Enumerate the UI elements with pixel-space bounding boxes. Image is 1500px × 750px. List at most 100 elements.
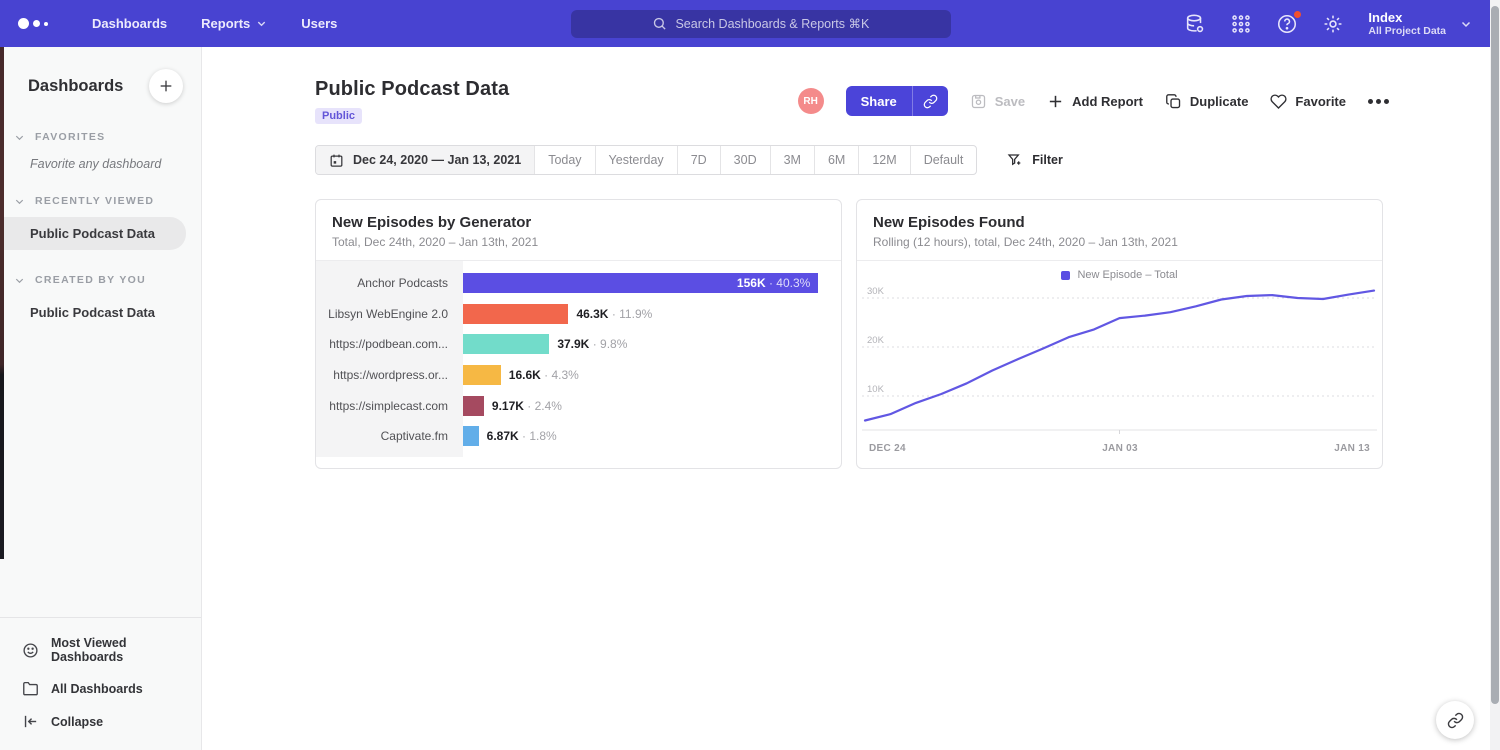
sidebar-sections: FAVORITESFavorite any dashboardRECENTLY … bbox=[0, 111, 201, 329]
x-axis-labels: DEC 24JAN 03JAN 13 bbox=[857, 440, 1382, 454]
scrollbar[interactable] bbox=[1490, 0, 1500, 750]
bar-value-label: 16.6K · 4.3% bbox=[509, 368, 579, 382]
date-presets: TodayYesterday7D30D3M6M12MDefault bbox=[534, 146, 976, 174]
bar-row: https://wordpress.or... 16.6K · 4.3% bbox=[316, 360, 841, 391]
bar-row: https://podbean.com... 37.9K · 9.8% bbox=[316, 329, 841, 360]
settings-gear-icon[interactable] bbox=[1322, 13, 1344, 35]
heart-icon bbox=[1270, 93, 1287, 110]
sidebar-empty-hint: Favorite any dashboard bbox=[0, 149, 201, 175]
bar-segment[interactable]: 156K · 40.3% bbox=[463, 273, 818, 293]
bar-value-label: 9.17K · 2.4% bbox=[492, 399, 562, 413]
legend-label: New Episode – Total bbox=[1077, 269, 1177, 281]
bar-category-label: Anchor Podcasts bbox=[316, 276, 463, 290]
add-report-button[interactable]: Add Report bbox=[1047, 93, 1143, 110]
link-icon bbox=[923, 94, 938, 109]
notification-badge bbox=[1293, 10, 1302, 19]
duplicate-button[interactable]: Duplicate bbox=[1165, 93, 1249, 110]
preset-12m[interactable]: 12M bbox=[858, 146, 909, 174]
project-name: Index bbox=[1368, 10, 1446, 25]
share-split-button: Share bbox=[846, 86, 948, 116]
avatar[interactable]: RH bbox=[798, 88, 824, 114]
save-icon bbox=[970, 93, 987, 110]
sidebar-item-public-podcast-data[interactable]: Public Podcast Data bbox=[0, 296, 201, 329]
legend-swatch bbox=[1061, 271, 1070, 280]
bar-category-label: https://simplecast.com bbox=[316, 399, 463, 413]
svg-text:10K: 10K bbox=[867, 384, 885, 395]
preset-yesterday[interactable]: Yesterday bbox=[595, 146, 677, 174]
scrollbar-thumb[interactable] bbox=[1491, 6, 1499, 704]
sidebar-footer-most-viewed-dashboards[interactable]: Most Viewed Dashboards bbox=[0, 628, 201, 672]
chevron-down-icon bbox=[14, 196, 25, 207]
preset-today[interactable]: Today bbox=[534, 146, 594, 174]
plus-icon bbox=[1047, 93, 1064, 110]
sidebar-section-header[interactable]: CREATED BY YOU bbox=[0, 254, 201, 292]
preset-default[interactable]: Default bbox=[910, 146, 977, 174]
folder-icon bbox=[22, 680, 39, 697]
preset-6m[interactable]: 6M bbox=[814, 146, 858, 174]
x-tick-label: JAN 13 bbox=[1334, 443, 1370, 454]
sidebar-footer-collapse[interactable]: Collapse bbox=[0, 705, 201, 738]
smiley-icon bbox=[22, 642, 39, 659]
filter-button[interactable]: Filter bbox=[1007, 152, 1063, 168]
bar-row: Captivate.fm 6.87K · 1.8% bbox=[316, 421, 841, 452]
bar-segment[interactable] bbox=[463, 304, 568, 324]
add-dashboard-button[interactable] bbox=[149, 69, 183, 103]
sidebar-title: Dashboards bbox=[28, 77, 123, 96]
favorite-button[interactable]: Favorite bbox=[1270, 93, 1346, 110]
bar-category-label: https://podbean.com... bbox=[316, 337, 463, 351]
chevron-down-icon bbox=[14, 132, 25, 143]
bar-row: https://simplecast.com 9.17K · 2.4% bbox=[316, 390, 841, 421]
svg-text:20K: 20K bbox=[867, 335, 885, 346]
sidebar-section-header[interactable]: RECENTLY VIEWED bbox=[0, 175, 201, 213]
svg-text:30K: 30K bbox=[867, 286, 885, 297]
date-range-control: Dec 24, 2020 — Jan 13, 2021 TodayYesterd… bbox=[315, 145, 977, 175]
bar-category-label: https://wordpress.or... bbox=[316, 368, 463, 382]
line-chart: 10K 20K 30K bbox=[857, 283, 1382, 440]
nav-menu: Dashboards Reports Users bbox=[92, 16, 337, 31]
bar-segment[interactable] bbox=[463, 365, 501, 385]
sidebar-section-header[interactable]: FAVORITES bbox=[0, 111, 201, 149]
help-icon[interactable] bbox=[1276, 13, 1298, 35]
page-title: Public Podcast Data bbox=[315, 78, 509, 101]
duplicate-icon bbox=[1165, 93, 1182, 110]
date-range-picker[interactable]: Dec 24, 2020 — Jan 13, 2021 bbox=[316, 146, 534, 174]
bar-row: Anchor Podcasts 156K · 40.3% bbox=[316, 268, 841, 299]
preset-3m[interactable]: 3M bbox=[770, 146, 814, 174]
chevron-down-icon bbox=[14, 275, 25, 286]
sidebar-item-public-podcast-data[interactable]: Public Podcast Data bbox=[0, 217, 186, 250]
nav-item-dashboards[interactable]: Dashboards bbox=[92, 16, 167, 31]
share-link-button[interactable] bbox=[912, 86, 948, 116]
sidebar: Dashboards FAVORITESFavorite any dashboa… bbox=[0, 47, 202, 750]
preset-30d[interactable]: 30D bbox=[720, 146, 770, 174]
nav-item-reports[interactable]: Reports bbox=[201, 16, 267, 31]
card-title: New Episodes by Generator bbox=[332, 214, 825, 231]
preset-7d[interactable]: 7D bbox=[677, 146, 720, 174]
card-new-episodes-by-generator: New Episodes by Generator Total, Dec 24t… bbox=[315, 199, 842, 469]
share-button[interactable]: Share bbox=[846, 86, 912, 116]
chevron-down-icon bbox=[256, 18, 267, 29]
more-options-button[interactable] bbox=[1368, 99, 1389, 104]
app-logo[interactable] bbox=[18, 18, 58, 29]
x-tick-label: JAN 03 bbox=[1102, 443, 1138, 454]
nav-item-users[interactable]: Users bbox=[301, 16, 337, 31]
search-input[interactable]: Search Dashboards & Reports ⌘K bbox=[571, 10, 951, 38]
card-subtitle: Rolling (12 hours), total, Dec 24th, 202… bbox=[873, 235, 1366, 249]
bar-segment[interactable] bbox=[463, 334, 549, 354]
bar-segment[interactable] bbox=[463, 396, 484, 416]
bar-row: Libsyn WebEngine 2.046.3K · 11.9% bbox=[316, 299, 841, 330]
floating-link-button[interactable] bbox=[1436, 701, 1474, 739]
save-button[interactable]: Save bbox=[970, 93, 1025, 110]
bar-value-label: 156K · 40.3% bbox=[737, 273, 810, 293]
bar-value-label: 6.87K · 1.8% bbox=[487, 429, 557, 443]
data-management-icon[interactable] bbox=[1184, 13, 1206, 35]
bar-value-label: 37.9K · 9.8% bbox=[557, 337, 627, 351]
bar-segment[interactable] bbox=[463, 426, 479, 446]
bar-category-label: Captivate.fm bbox=[316, 429, 463, 443]
apps-grid-icon[interactable] bbox=[1230, 13, 1252, 35]
bar-value-label: 46.3K · 11.9% bbox=[576, 307, 652, 321]
main-area: Public Podcast Data Public RH Share bbox=[203, 47, 1490, 750]
collapse-icon bbox=[22, 713, 39, 730]
project-switcher[interactable]: Index All Project Data bbox=[1368, 10, 1472, 38]
sidebar-footer-all-dashboards[interactable]: All Dashboards bbox=[0, 672, 201, 705]
chart-legend[interactable]: New Episode – Total bbox=[857, 261, 1382, 283]
